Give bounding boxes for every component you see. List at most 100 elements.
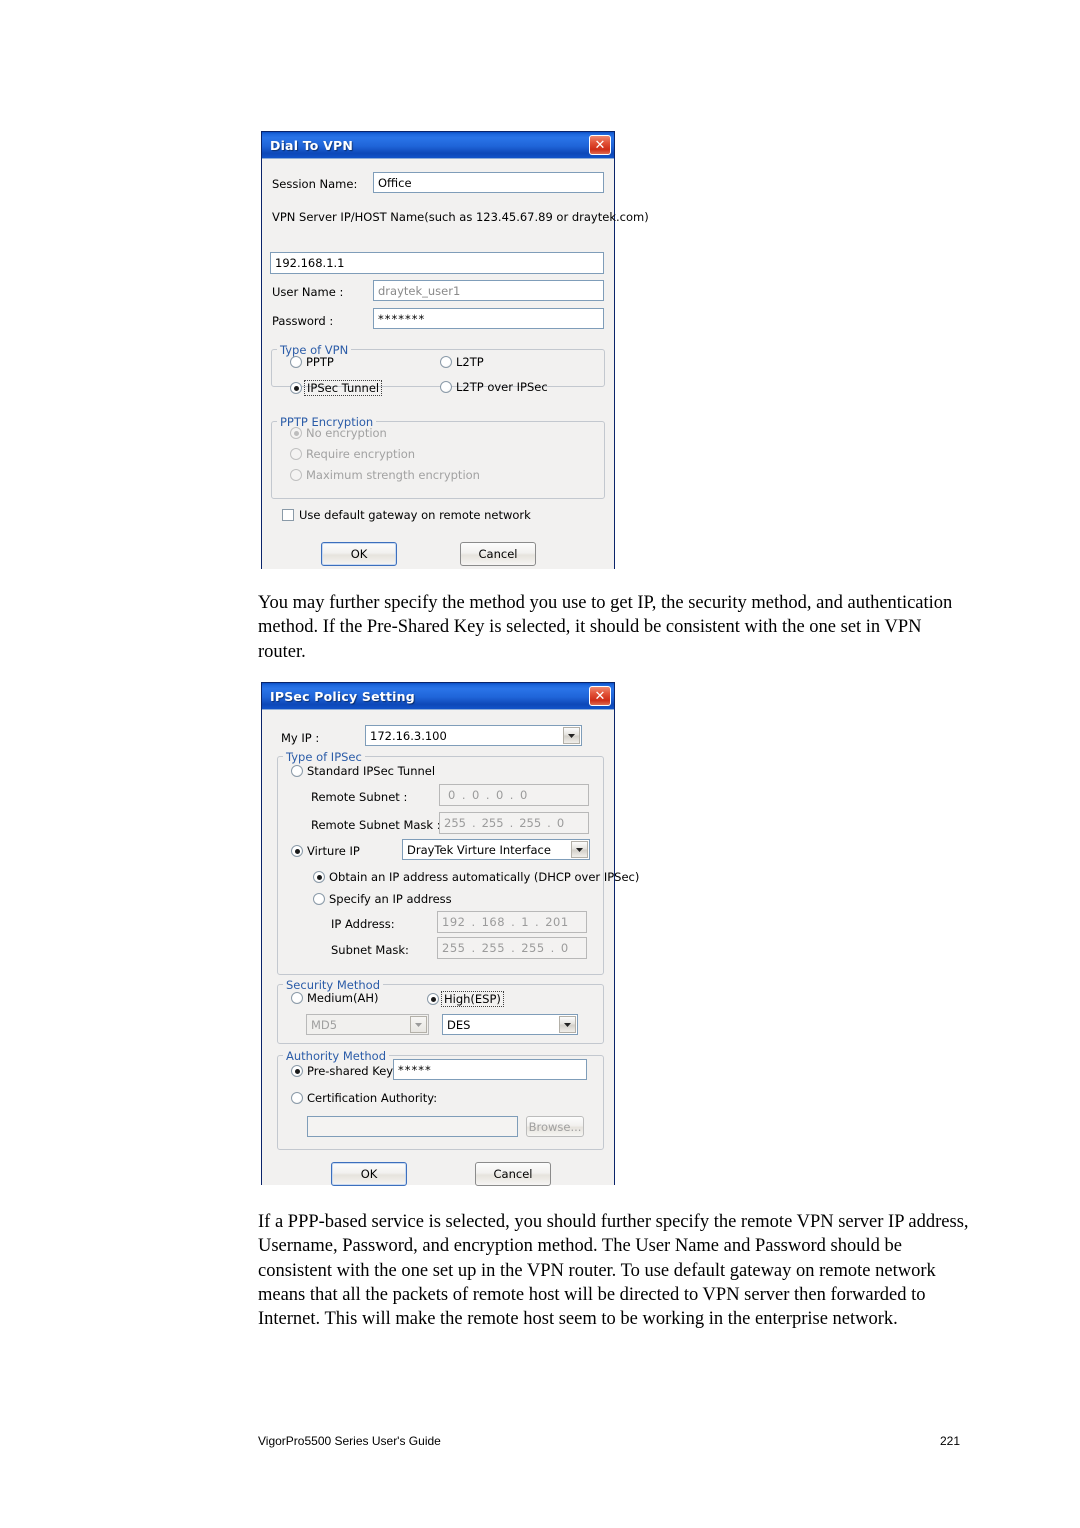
octet-sep: . — [550, 941, 555, 955]
radio-dot — [290, 448, 302, 460]
vpn-server-input[interactable]: 192.168.1.1 — [270, 252, 604, 274]
radio-l2tp-over-ipsec[interactable]: L2TP over IPSec — [440, 380, 548, 394]
octet-1: 255 — [444, 816, 466, 830]
radio-specify-ip-address[interactable]: Specify an IP address — [313, 892, 452, 906]
ip-address-label: IP Address: — [331, 917, 395, 931]
close-icon[interactable]: ✕ — [589, 135, 611, 155]
radio-dot — [291, 765, 303, 777]
radio-pre-shared-key[interactable]: Pre-shared Key : — [291, 1064, 401, 1078]
session-name-input[interactable]: Office — [373, 172, 604, 193]
octet-3: 255 — [521, 941, 545, 955]
radio-label: High(ESP) — [441, 991, 504, 1007]
ipsec-policy-setting-dialog: IPSec Policy Setting ✕ My IP : 172.16.3.… — [261, 682, 639, 1186]
cancel-button[interactable]: Cancel — [460, 542, 536, 566]
user-name-input[interactable]: draytek_user1 — [373, 280, 604, 301]
remote-subnet-label: Remote Subnet : — [311, 790, 408, 804]
subnet-mask-label: Subnet Mask: — [331, 943, 409, 957]
octet-sep: . — [509, 788, 514, 802]
radio-dot — [440, 381, 452, 393]
password-label: Password : — [272, 314, 334, 328]
radio-standard-ipsec-tunnel[interactable]: Standard IPSec Tunnel — [291, 764, 435, 778]
radio-dot — [290, 382, 302, 394]
checkbox-box — [282, 509, 294, 521]
radio-obtain-ip-automatically[interactable]: Obtain an IP address automatically (DHCP… — [313, 870, 639, 884]
remote-subnet-mask-input[interactable]: 255. 255. 255. 0 — [439, 812, 589, 834]
radio-dot — [313, 871, 325, 883]
radio-l2tp[interactable]: L2TP — [440, 355, 484, 369]
radio-dot — [290, 427, 302, 439]
radio-no-encryption[interactable]: No encryption — [290, 426, 387, 440]
my-ip-value: 172.16.3.100 — [370, 728, 447, 743]
radio-pptp[interactable]: PPTP — [290, 355, 334, 369]
high-algorithm-combo[interactable]: DES — [442, 1014, 578, 1035]
radio-dot — [313, 893, 325, 905]
octet-2: 168 — [481, 915, 506, 929]
radio-dot — [290, 356, 302, 368]
radio-medium-ah[interactable]: Medium(AH) — [291, 991, 378, 1005]
radio-maximum-strength-encryption[interactable]: Maximum strength encryption — [290, 468, 480, 482]
dial-to-vpn-body: Session Name: Office VPN Server IP/HOST … — [262, 158, 649, 569]
certification-path-input[interactable] — [307, 1116, 518, 1137]
octet-4: 201 — [545, 915, 569, 929]
radio-label: IPSec Tunnel — [304, 380, 383, 396]
radio-label: PPTP — [306, 355, 334, 369]
dial-to-vpn-titlebar: Dial To VPN ✕ — [262, 132, 614, 158]
cancel-button[interactable]: Cancel — [475, 1162, 551, 1186]
radio-high-esp[interactable]: High(ESP) — [427, 991, 504, 1007]
octet-sep: . — [471, 941, 476, 955]
my-ip-label: My IP : — [281, 731, 320, 745]
remote-subnet-input[interactable]: 0. 0. 0. 0 — [439, 784, 589, 806]
chevron-down-icon[interactable] — [410, 1016, 427, 1033]
octet-4: 0 — [556, 816, 565, 830]
octet-sep: . — [511, 941, 516, 955]
close-icon[interactable]: ✕ — [589, 686, 611, 706]
octet-3: 255 — [519, 816, 542, 830]
octet-1: 192 — [442, 915, 466, 929]
octet-1: 0 — [448, 788, 456, 802]
ok-button[interactable]: OK — [331, 1162, 407, 1186]
radio-label: Pre-shared Key : — [307, 1064, 401, 1078]
use-default-gateway-checkbox[interactable]: Use default gateway on remote network — [282, 508, 531, 522]
password-input[interactable]: ******* — [373, 308, 604, 329]
octet-sep: . — [461, 788, 466, 802]
type-of-ipsec-group-title: Type of IPSec — [283, 750, 365, 764]
octet-sep: . — [547, 816, 551, 830]
radio-label: Specify an IP address — [329, 892, 452, 906]
ipsec-policy-title: IPSec Policy Setting — [270, 688, 415, 704]
paragraph-two: If a PPP-based service is selected, you … — [258, 1212, 969, 1330]
virture-ip-value: DrayTek Virture Interface — [407, 842, 551, 857]
octet-3: 0 — [495, 788, 504, 802]
radio-label: Standard IPSec Tunnel — [307, 764, 436, 778]
radio-virture-ip[interactable]: Virture IP — [291, 844, 360, 858]
footer-page-number: 221 — [940, 1434, 961, 1448]
medium-algorithm-combo[interactable]: MD5 — [306, 1014, 429, 1035]
browse-button[interactable]: Browse... — [526, 1116, 584, 1137]
radio-label: Require encryption — [306, 447, 416, 461]
radio-dot — [427, 993, 439, 1005]
medium-algorithm-value: MD5 — [311, 1017, 338, 1032]
my-ip-combo[interactable]: 172.16.3.100 — [365, 725, 582, 746]
virture-ip-combo[interactable]: DrayTek Virture Interface — [402, 839, 590, 860]
octet-2: 255 — [481, 941, 506, 955]
octet-2: 255 — [481, 816, 504, 830]
chevron-down-icon[interactable] — [571, 841, 588, 858]
chevron-down-icon[interactable] — [559, 1016, 576, 1033]
radio-label: No encryption — [306, 426, 387, 440]
radio-certification-authority[interactable]: Certification Authority: — [291, 1091, 437, 1105]
dial-to-vpn-title: Dial To VPN — [270, 137, 354, 153]
ok-button[interactable]: OK — [321, 542, 397, 566]
octet-sep: . — [471, 915, 476, 929]
pre-shared-key-input[interactable]: ***** — [393, 1059, 587, 1080]
subnet-mask-input[interactable]: 255. 255. 255. 0 — [437, 937, 587, 959]
octet-sep: . — [509, 816, 514, 830]
radio-require-encryption[interactable]: Require encryption — [290, 447, 415, 461]
octet-3: 1 — [521, 915, 530, 929]
security-method-group-title: Security Method — [283, 978, 384, 992]
checkbox-label: Use default gateway on remote network — [299, 508, 531, 522]
radio-ipsec-tunnel[interactable]: IPSec Tunnel — [290, 380, 383, 396]
octet-4: 0 — [519, 788, 528, 802]
chevron-down-icon[interactable] — [563, 727, 580, 744]
radio-label: L2TP over IPSec — [456, 380, 548, 394]
ipsec-policy-titlebar: IPSec Policy Setting ✕ — [262, 683, 614, 709]
ip-address-input[interactable]: 192. 168. 1. 201 — [437, 911, 587, 933]
